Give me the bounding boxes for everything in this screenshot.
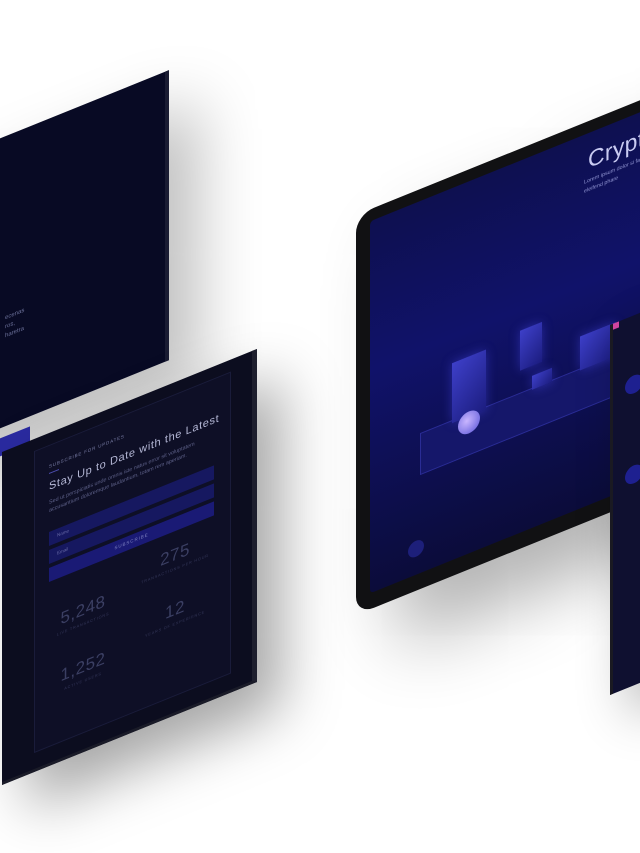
mockup-scene: ecenas ros, haretra SUBSCRIBE FOR UPDATE… bbox=[0, 0, 640, 853]
tablet-device: Crypto Lorem ipsum dolor si facilisis el… bbox=[356, 69, 640, 616]
stat-active-users: 1,252 ACTIVE USERS bbox=[43, 641, 123, 699]
stat-years-experience: 12 YEARS OF EXPERIENCE bbox=[135, 584, 215, 642]
name-placeholder: Name bbox=[57, 527, 70, 538]
email-placeholder: Email bbox=[57, 546, 69, 556]
back-left-text: ecenas ros, haretra bbox=[5, 290, 65, 341]
subscribe-card: SUBSCRIBE FOR UPDATES Stay Up to Date wi… bbox=[34, 371, 231, 754]
network-node-icon bbox=[625, 371, 640, 397]
stat-live-transactions: 5,248 LIVE TRANSACTIONS bbox=[43, 584, 123, 642]
phone-device bbox=[610, 299, 640, 695]
subscribe-screen: SUBSCRIBE FOR UPDATES Stay Up to Date wi… bbox=[2, 348, 257, 785]
network-node-icon bbox=[625, 461, 640, 487]
crypto-block-icon bbox=[520, 321, 542, 371]
eyebrow-divider bbox=[49, 468, 59, 475]
tablet-scroll-indicator[interactable] bbox=[408, 537, 424, 560]
tablet-screen: Crypto Lorem ipsum dolor si facilisis el… bbox=[370, 85, 640, 594]
phone-accent-marker bbox=[613, 321, 619, 330]
